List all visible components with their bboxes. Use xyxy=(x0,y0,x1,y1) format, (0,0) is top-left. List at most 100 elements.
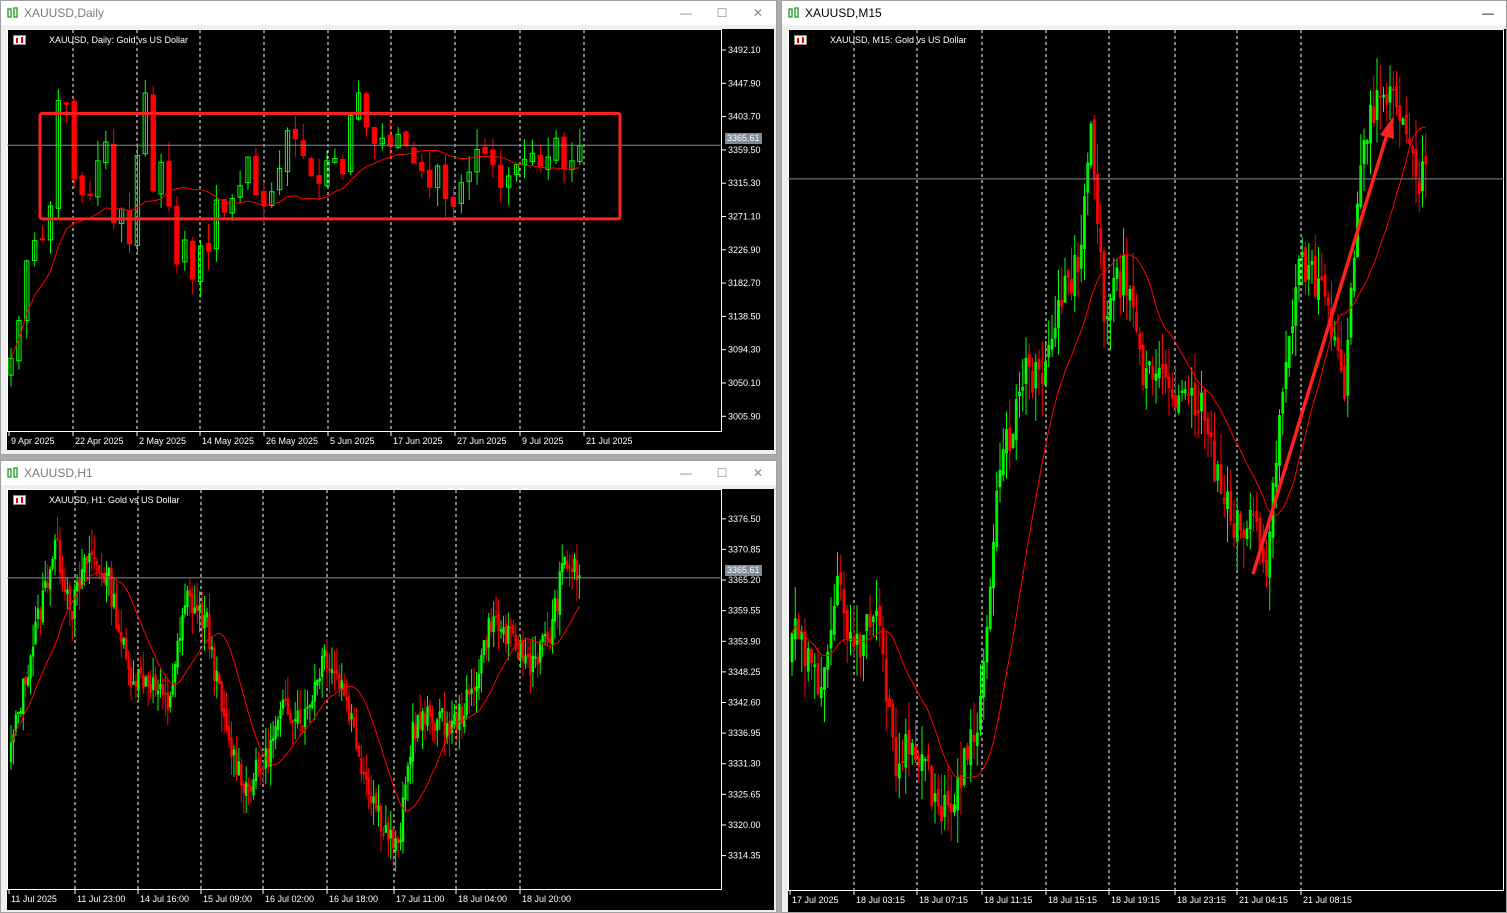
candle xyxy=(237,747,241,777)
candle xyxy=(340,154,346,180)
candle xyxy=(1209,410,1213,458)
x-tick-label: 18 Jul 07:15 xyxy=(919,895,968,905)
minimize-button[interactable]: — xyxy=(668,1,704,25)
candle xyxy=(182,230,188,271)
candle xyxy=(565,550,569,572)
candle xyxy=(227,708,231,748)
x-tick-label: 18 Jul 19:15 xyxy=(1111,895,1160,905)
minimize-button[interactable]: — xyxy=(1470,1,1506,25)
candle xyxy=(1421,135,1424,207)
candle xyxy=(1404,96,1408,144)
candle xyxy=(466,156,472,200)
y-tick-label: 3348.25 xyxy=(728,667,761,677)
candle xyxy=(220,680,223,732)
candle xyxy=(1112,257,1116,323)
candle xyxy=(355,707,358,751)
candle xyxy=(83,554,86,586)
candle xyxy=(340,663,343,702)
candle xyxy=(930,764,934,811)
candle xyxy=(862,634,865,682)
candle xyxy=(513,163,520,182)
candle xyxy=(816,647,820,697)
y-tick-label: 3447.90 xyxy=(728,78,761,88)
h1-chart-window[interactable]: XAUUSD,H1 — ☐ ✕ 3376.50 3370.85 3365.20 335… xyxy=(0,460,777,913)
daily-titlebar[interactable]: XAUUSD,Daily — ☐ ✕ xyxy=(1,1,776,25)
m15-chart-header: XAUUSD, M15: Gold vs US Dollar xyxy=(794,35,967,45)
candle xyxy=(917,750,921,783)
daily-chart-canvas[interactable]: 3492.10 3447.90 3403.70 3359.50 3315.30 3271.… xyxy=(7,29,774,450)
y-tick-label: 3336.95 xyxy=(728,728,761,738)
candle xyxy=(526,637,530,668)
h1-chart-canvas[interactable]: 3376.50 3370.85 3365.20 3359.55 3353.90 3348.… xyxy=(7,489,774,910)
candle xyxy=(1047,320,1051,367)
candle xyxy=(367,768,370,810)
candle xyxy=(1291,299,1294,355)
candle xyxy=(166,141,172,213)
candle xyxy=(313,663,316,721)
bars-icon xyxy=(13,495,44,505)
candle xyxy=(379,803,383,852)
h1-header-text: XAUUSD, H1: Gold vs US Dollar xyxy=(49,495,180,505)
close-button[interactable]: ✕ xyxy=(740,461,776,485)
candle xyxy=(318,668,321,690)
candle xyxy=(78,561,81,611)
candle xyxy=(881,616,885,673)
candle xyxy=(1372,75,1376,128)
minimize-button[interactable]: — xyxy=(668,461,704,485)
candle xyxy=(197,240,204,298)
candle xyxy=(1268,521,1272,611)
candle xyxy=(186,585,189,617)
candle xyxy=(1187,375,1190,406)
candle xyxy=(291,719,294,745)
candle xyxy=(1196,384,1200,439)
candle xyxy=(173,661,177,698)
y-tick-label: 3370.85 xyxy=(728,544,761,554)
m15-chart-window[interactable]: XAUUSD,M15 — 17 Jul 2025 18 Jul 03:15 18 J… xyxy=(781,0,1507,913)
candle xyxy=(577,128,583,166)
candle xyxy=(499,620,503,639)
candle xyxy=(1122,228,1125,313)
candle xyxy=(431,705,434,741)
candle xyxy=(810,647,813,680)
maximize-button[interactable]: ☐ xyxy=(704,1,740,25)
candle xyxy=(399,822,402,851)
plot-frame xyxy=(7,489,722,890)
x-tick-label: 5 Jun 2025 xyxy=(330,436,375,446)
y-tick-label: 3271.10 xyxy=(728,211,761,221)
candle xyxy=(1252,497,1255,532)
h1-titlebar[interactable]: XAUUSD,H1 — ☐ ✕ xyxy=(1,461,776,485)
candle xyxy=(316,158,322,201)
candle xyxy=(1255,492,1259,532)
candle xyxy=(497,599,500,650)
close-button[interactable]: ✕ xyxy=(740,1,776,25)
candle xyxy=(823,667,826,723)
candle xyxy=(914,719,917,764)
candle xyxy=(330,647,334,685)
maximize-button[interactable]: ☐ xyxy=(704,461,740,485)
candle xyxy=(502,615,505,643)
candle xyxy=(181,607,184,656)
candle xyxy=(537,144,543,173)
candle xyxy=(61,555,64,592)
candle xyxy=(894,706,898,792)
candle xyxy=(95,140,101,207)
candle xyxy=(897,732,901,799)
candle xyxy=(332,148,338,164)
candle xyxy=(482,138,488,155)
m15-titlebar[interactable]: XAUUSD,M15 — xyxy=(782,1,1506,25)
candle xyxy=(1096,144,1099,244)
candle xyxy=(1388,65,1392,121)
daily-chart-window[interactable]: XAUUSD,Daily — ☐ ✕ 3492.10 3447.90 3403.70… xyxy=(0,0,777,455)
candle xyxy=(450,700,454,745)
candle xyxy=(1401,116,1405,125)
candle xyxy=(531,636,535,687)
m15-chart-canvas[interactable]: 17 Jul 2025 18 Jul 03:15 18 Jul 07:15 18 Ju… xyxy=(788,29,1506,912)
candle xyxy=(826,644,830,689)
candle xyxy=(514,623,517,652)
candle xyxy=(151,657,155,703)
candle xyxy=(1313,235,1317,300)
candle xyxy=(242,780,245,814)
candle xyxy=(213,642,216,697)
candle xyxy=(1226,466,1229,543)
candle xyxy=(832,583,836,641)
